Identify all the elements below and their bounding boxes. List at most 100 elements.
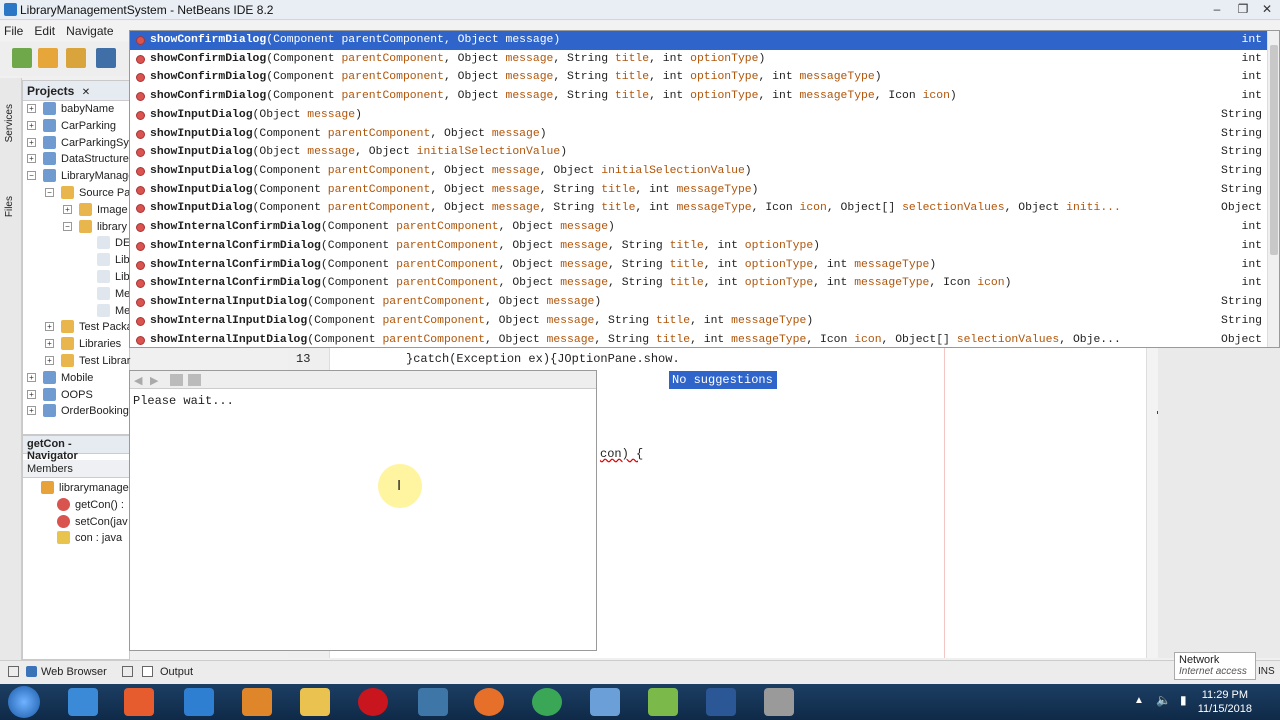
project-tree-item[interactable]: DE xyxy=(23,235,131,252)
restore-window-icon[interactable] xyxy=(8,666,19,677)
completion-item[interactable]: showInternalConfirmDialog(Component pare… xyxy=(130,256,1268,275)
goto-source-icon[interactable] xyxy=(188,374,201,386)
expand-icon[interactable]: + xyxy=(27,154,36,164)
navigator-item[interactable]: setCon(jav xyxy=(23,514,131,531)
expand-icon[interactable]: + xyxy=(27,406,36,416)
project-tree-item[interactable]: Lib xyxy=(23,252,131,269)
navigator-item[interactable]: con : java xyxy=(23,530,131,547)
save-all-icon[interactable] xyxy=(96,48,116,68)
expand-icon[interactable]: + xyxy=(63,204,72,214)
python-icon[interactable] xyxy=(418,688,448,716)
files-tab[interactable]: Files xyxy=(4,196,15,217)
collapse-icon[interactable]: − xyxy=(27,171,36,181)
network-icon[interactable]: ▮ xyxy=(1180,693,1187,707)
volume-icon[interactable]: 🔈 xyxy=(1156,693,1171,707)
collapse-icon[interactable]: − xyxy=(45,188,54,197)
project-tree-item[interactable]: + Mobile xyxy=(23,370,131,387)
new-file-icon[interactable] xyxy=(12,48,32,68)
firefox-icon[interactable] xyxy=(474,688,504,716)
menu-file[interactable]: File xyxy=(0,21,27,41)
outlook-icon[interactable] xyxy=(242,688,272,716)
completion-item[interactable]: showConfirmDialog(Component parentCompon… xyxy=(130,31,1268,50)
completion-item[interactable]: showInputDialog(Component parentComponen… xyxy=(130,199,1268,218)
completion-item[interactable]: showInputDialog(Object message, Object i… xyxy=(130,143,1268,162)
completion-item[interactable]: showConfirmDialog(Component parentCompon… xyxy=(130,68,1268,87)
new-project-icon[interactable] xyxy=(38,48,58,68)
paint-icon[interactable] xyxy=(764,688,794,716)
project-tree-item[interactable]: − LibraryManage xyxy=(23,168,131,185)
start-button[interactable] xyxy=(8,686,40,718)
screen-recorder-icon[interactable] xyxy=(68,688,98,716)
editor-scrollbar[interactable] xyxy=(1146,348,1158,658)
expand-icon[interactable]: + xyxy=(45,339,54,349)
project-tree-item[interactable]: + CarParkingSys xyxy=(23,135,131,152)
project-tree-item[interactable]: + Test Packa xyxy=(23,319,131,336)
project-tree-item[interactable]: + OOPS xyxy=(23,387,131,404)
internet-explorer-icon[interactable] xyxy=(184,688,214,716)
completion-item[interactable]: showInternalInputDialog(Component parent… xyxy=(130,293,1268,312)
navigator-item[interactable]: getCon() : xyxy=(23,497,131,514)
code-completion-list[interactable]: showConfirmDialog(Component parentCompon… xyxy=(129,30,1280,348)
expand-icon[interactable]: + xyxy=(45,322,54,332)
opera-icon[interactable] xyxy=(358,688,388,716)
expand-icon[interactable]: + xyxy=(27,137,36,147)
android-studio-icon[interactable] xyxy=(648,688,678,716)
close-icon[interactable]: ✕ xyxy=(82,87,90,98)
open-in-browser-icon[interactable] xyxy=(170,374,183,386)
code-fragment[interactable]: con) { xyxy=(600,447,643,461)
completion-item[interactable]: showInternalInputDialog(Component parent… xyxy=(130,312,1268,331)
completion-item[interactable]: showConfirmDialog(Component parentCompon… xyxy=(130,87,1268,106)
scroll-thumb[interactable] xyxy=(1270,45,1278,255)
back-icon[interactable]: ◀ xyxy=(134,374,142,387)
project-tree-item[interactable]: + OrderBooking xyxy=(23,403,131,420)
expand-icon[interactable]: + xyxy=(45,356,54,365)
word-icon[interactable] xyxy=(706,688,736,716)
chrome-icon[interactable] xyxy=(532,688,562,716)
project-tree-item[interactable]: − Source Pa xyxy=(23,185,131,202)
media-player-icon[interactable] xyxy=(124,688,154,716)
collapse-icon[interactable]: − xyxy=(63,221,72,231)
completion-item[interactable]: showInternalConfirmDialog(Component pare… xyxy=(130,237,1268,256)
minimize-button[interactable]: – xyxy=(1204,1,1230,17)
services-tab[interactable]: Services xyxy=(4,104,15,142)
completion-item[interactable]: showInternalInputDialog(Component parent… xyxy=(130,331,1268,350)
completion-item[interactable]: showInternalConfirmDialog(Component pare… xyxy=(130,274,1268,293)
project-tree-item[interactable]: + CarParking xyxy=(23,118,131,135)
navigator-item[interactable]: librarymanage xyxy=(23,480,131,497)
maximize-button[interactable]: ❐ xyxy=(1230,1,1256,17)
menu-navigate[interactable]: Navigate xyxy=(62,21,117,41)
project-tree-item[interactable]: Me xyxy=(23,303,131,320)
expand-icon[interactable]: + xyxy=(27,389,36,399)
project-tree-item[interactable]: + Image xyxy=(23,202,131,219)
completion-item[interactable]: showInputDialog(Component parentComponen… xyxy=(130,125,1268,144)
completion-item[interactable]: showConfirmDialog(Component parentCompon… xyxy=(130,50,1268,69)
restore-window-icon[interactable] xyxy=(122,666,133,677)
project-tree-item[interactable]: Me xyxy=(23,286,131,303)
clock[interactable]: 11:29 PM 11/15/2018 xyxy=(1198,688,1252,716)
netbeans-taskbar-icon[interactable] xyxy=(590,688,620,716)
forward-icon[interactable]: ▶ xyxy=(150,374,158,387)
expand-icon[interactable]: + xyxy=(27,372,36,382)
members-dropdown[interactable]: Members xyxy=(23,460,129,478)
project-tree-item[interactable]: + Test Libraries xyxy=(23,353,131,370)
output-tab[interactable]: Output xyxy=(160,666,193,678)
completion-item[interactable]: showInputDialog(Component parentComponen… xyxy=(130,162,1268,181)
project-tree-item[interactable]: − library xyxy=(23,219,131,236)
completion-item[interactable]: showInternalConfirmDialog(Component pare… xyxy=(130,218,1268,237)
project-tree-item[interactable]: + babyName xyxy=(23,101,131,118)
project-tree-item[interactable]: Lib xyxy=(23,269,131,286)
expand-icon[interactable]: + xyxy=(27,120,36,130)
web-browser-tab[interactable]: Web Browser xyxy=(41,666,107,678)
completion-item[interactable]: showInputDialog(Object message) String xyxy=(130,106,1268,125)
expand-icon[interactable]: + xyxy=(27,104,36,113)
close-button[interactable]: ✕ xyxy=(1254,1,1280,17)
completion-item[interactable]: showInputDialog(Component parentComponen… xyxy=(130,181,1268,200)
open-project-icon[interactable] xyxy=(66,48,86,68)
menu-edit[interactable]: Edit xyxy=(30,21,59,41)
file-explorer-icon[interactable] xyxy=(300,688,330,716)
project-tree-item[interactable]: + Libraries xyxy=(23,336,131,353)
tray-arrow-icon[interactable]: ▲ xyxy=(1134,695,1144,706)
completion-scrollbar[interactable] xyxy=(1267,31,1279,347)
code-line[interactable]: }catch(Exception ex){JOptionPane.show. xyxy=(406,352,680,366)
project-tree-item[interactable]: + DataStructure xyxy=(23,151,131,168)
